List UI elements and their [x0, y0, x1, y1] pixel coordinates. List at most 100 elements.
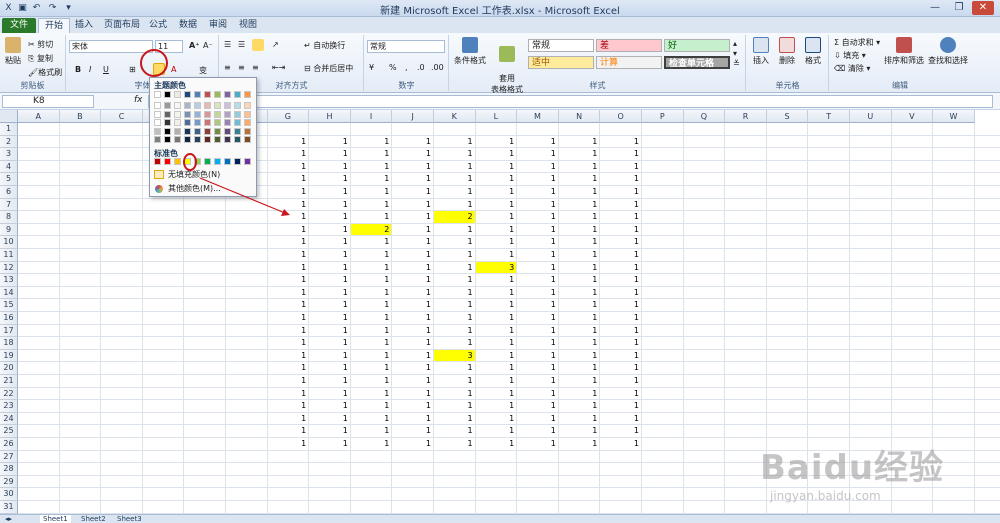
row-header-1[interactable]: 1 [0, 123, 18, 136]
cell-M24[interactable]: 1 [517, 413, 558, 425]
column-header-L[interactable]: L [475, 110, 518, 123]
cell-H7[interactable]: 1 [309, 199, 350, 211]
row-header-12[interactable]: 12 [0, 261, 18, 275]
cell-G9[interactable]: 1 [268, 224, 309, 236]
row-header-8[interactable]: 8 [0, 211, 18, 224]
cell-G22[interactable]: 1 [268, 388, 309, 400]
row-header-25[interactable]: 25 [0, 425, 18, 438]
cell-H22[interactable]: 1 [309, 388, 350, 400]
theme-color-shade-swatch[interactable] [214, 127, 221, 135]
cell-L2[interactable]: 1 [476, 136, 517, 148]
row-header-21[interactable]: 21 [0, 375, 18, 388]
cell-L4[interactable]: 1 [476, 161, 517, 173]
cell-N5[interactable]: 1 [559, 173, 600, 185]
cell-H3[interactable]: 1 [309, 148, 350, 160]
cell-O16[interactable]: 1 [600, 312, 641, 324]
cell-O6[interactable]: 1 [600, 186, 641, 198]
cell-O24[interactable]: 1 [600, 413, 641, 425]
cell-J15[interactable]: 1 [392, 299, 433, 311]
theme-color-shade-swatch[interactable] [244, 127, 251, 135]
cell-H25[interactable]: 1 [309, 425, 350, 437]
currency-icon[interactable]: ¥ [369, 63, 374, 72]
tab-view[interactable]: 视图 [236, 18, 260, 33]
maximize-icon[interactable]: ❐ [948, 1, 970, 15]
cell-L26[interactable]: 1 [476, 438, 517, 450]
align-bottom-icon[interactable] [252, 39, 264, 51]
cell-K5[interactable]: 1 [434, 173, 475, 185]
theme-color-shade-swatch[interactable] [164, 136, 171, 143]
cell-L10[interactable]: 1 [476, 236, 517, 248]
cell-L3[interactable]: 1 [476, 148, 517, 160]
theme-color-shade-swatch[interactable] [234, 136, 241, 143]
tab-review[interactable]: 审阅 [206, 18, 230, 33]
theme-color-swatch[interactable] [154, 91, 161, 98]
cell-N10[interactable]: 1 [559, 236, 600, 248]
delete-cells-button[interactable]: 删除 [775, 37, 799, 66]
cell-I4[interactable]: 1 [351, 161, 392, 173]
cell-L8[interactable]: 1 [476, 211, 517, 223]
cell-I18[interactable]: 1 [351, 337, 392, 349]
theme-color-shade-swatch[interactable] [174, 102, 181, 109]
row-header-30[interactable]: 30 [0, 488, 18, 501]
cell-H6[interactable]: 1 [309, 186, 350, 198]
theme-color-shade-swatch[interactable] [154, 119, 161, 126]
standard-color-swatch[interactable] [214, 158, 221, 165]
column-header-S[interactable]: S [766, 110, 809, 123]
cell-O12[interactable]: 1 [600, 262, 641, 274]
cell-I2[interactable]: 1 [351, 136, 392, 148]
column-header-B[interactable]: B [59, 110, 102, 123]
cell-J11[interactable]: 1 [392, 249, 433, 261]
cell-L14[interactable]: 1 [476, 287, 517, 299]
cell-L24[interactable]: 1 [476, 413, 517, 425]
theme-color-shade-swatch[interactable] [174, 127, 181, 135]
merge-center-button[interactable]: ⊟ 合并后居中 [304, 63, 353, 74]
cell-O11[interactable]: 1 [600, 249, 641, 261]
theme-color-shade-swatch[interactable] [184, 136, 191, 143]
cell-H10[interactable]: 1 [309, 236, 350, 248]
cell-H20[interactable]: 1 [309, 362, 350, 374]
cell-H26[interactable]: 1 [309, 438, 350, 450]
fx-icon[interactable]: fx [134, 95, 143, 105]
row-header-27[interactable]: 27 [0, 450, 18, 464]
cell-N4[interactable]: 1 [559, 161, 600, 173]
cell-G17[interactable]: 1 [268, 325, 309, 337]
theme-color-swatch[interactable] [194, 91, 201, 98]
theme-color-shade-swatch[interactable] [224, 136, 231, 143]
row-header-14[interactable]: 14 [0, 286, 18, 300]
cell-I20[interactable]: 1 [351, 362, 392, 374]
theme-color-shade-swatch[interactable] [204, 136, 211, 143]
cell-I13[interactable]: 1 [351, 274, 392, 286]
column-header-J[interactable]: J [392, 110, 434, 123]
cell-G19[interactable]: 1 [268, 350, 309, 362]
cell-G11[interactable]: 1 [268, 249, 309, 261]
column-header-V[interactable]: V [891, 110, 934, 123]
name-box[interactable]: K8 [2, 95, 94, 108]
cell-I9[interactable]: 2 [350, 223, 392, 236]
standard-color-swatch[interactable] [154, 158, 161, 165]
row-header-2[interactable]: 2 [0, 135, 18, 149]
cell-H19[interactable]: 1 [309, 350, 350, 362]
cell-G10[interactable]: 1 [268, 236, 309, 248]
cell-M4[interactable]: 1 [517, 161, 558, 173]
cell-M8[interactable]: 1 [517, 211, 558, 223]
cell-G18[interactable]: 1 [268, 337, 309, 349]
cell-L25[interactable]: 1 [476, 425, 517, 437]
cell-M12[interactable]: 1 [517, 262, 558, 274]
cell-N8[interactable]: 1 [559, 211, 600, 223]
cell-O20[interactable]: 1 [600, 362, 641, 374]
theme-color-swatch[interactable] [244, 91, 251, 98]
cell-M22[interactable]: 1 [517, 388, 558, 400]
theme-color-shade-swatch[interactable] [174, 110, 181, 118]
minimize-icon[interactable]: — [924, 1, 946, 15]
border-icon[interactable]: ⊞ [129, 65, 136, 74]
cell-M5[interactable]: 1 [517, 173, 558, 185]
format-cells-button[interactable]: 格式 [801, 37, 825, 66]
row-header-15[interactable]: 15 [0, 299, 18, 312]
column-header-P[interactable]: P [642, 110, 684, 123]
row-header-18[interactable]: 18 [0, 337, 18, 350]
tab-page-layout[interactable]: 页面布局 [102, 18, 142, 33]
theme-color-shade-swatch[interactable] [244, 102, 251, 109]
cell-O14[interactable]: 1 [600, 287, 641, 299]
comma-icon[interactable]: , [405, 63, 408, 72]
more-colors-item[interactable]: 其他颜色(M)... [154, 183, 221, 194]
